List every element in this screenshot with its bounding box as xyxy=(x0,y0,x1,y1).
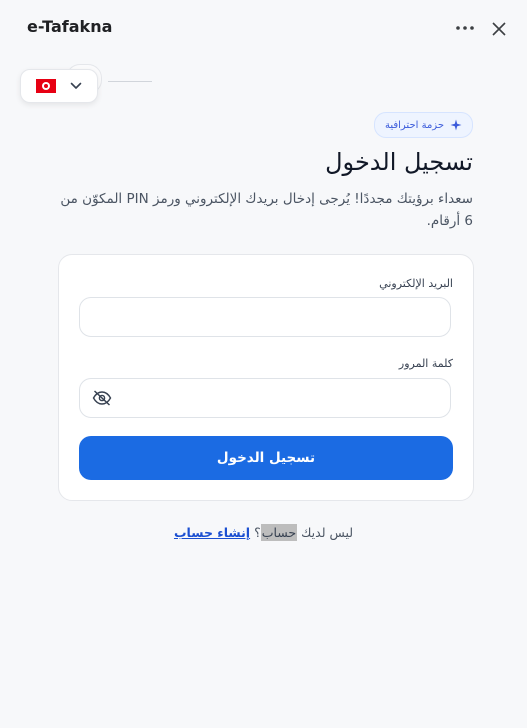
email-field[interactable] xyxy=(79,297,451,337)
signup-prompt-suffix: ؟ xyxy=(250,525,261,540)
password-label: كلمة المرور xyxy=(398,357,453,370)
plan-badge-label: حزمة احترافية xyxy=(384,119,444,131)
chevron-down-icon xyxy=(70,82,82,89)
close-icon xyxy=(492,22,506,36)
login-card: البريد الإلكتروني كلمة المرور تسجيل الدخ… xyxy=(58,254,474,501)
create-account-link[interactable]: إنشاء حساب xyxy=(174,525,250,540)
page-subtitle: سعداء برؤيتك مجددًا! يُرجى إدخال بريدك ا… xyxy=(60,191,473,229)
close-button[interactable] xyxy=(486,16,512,42)
signup-prompt: ليس لديك حساب؟ إنشاء حساب xyxy=(0,524,527,541)
divider xyxy=(108,81,152,82)
password-field[interactable] xyxy=(79,378,451,418)
signup-prompt-highlight: حساب xyxy=(260,524,298,541)
app-title: e-Tafakna xyxy=(27,17,113,36)
more-dots-icon xyxy=(456,26,474,30)
page-title: تسجيل الدخول xyxy=(325,148,473,176)
title-bar: e-Tafakna xyxy=(0,0,527,56)
login-button[interactable]: تسجيل الدخول xyxy=(79,436,453,480)
more-options-button[interactable] xyxy=(451,16,479,40)
language-selector[interactable] xyxy=(20,69,98,103)
tunisia-flag-icon xyxy=(36,79,56,93)
password-visibility-toggle[interactable] xyxy=(91,389,113,407)
eye-off-icon xyxy=(92,390,112,406)
email-label: البريد الإلكتروني xyxy=(379,277,453,290)
sparkle-icon xyxy=(450,119,462,131)
signup-prompt-prefix: ليس لديك xyxy=(297,525,354,540)
plan-badge: حزمة احترافية xyxy=(373,112,473,138)
